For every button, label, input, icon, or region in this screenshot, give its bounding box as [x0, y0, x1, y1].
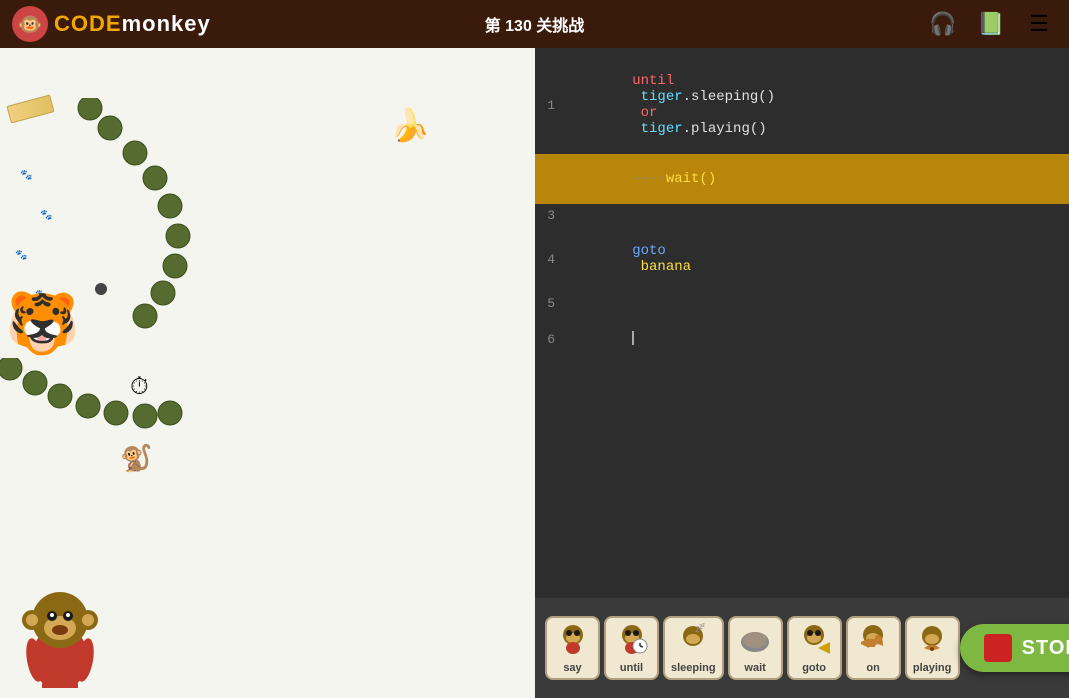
- game-area: 🍌 🐾 🐾 🐾 🐾 🐯 ⏱ 🐒: [0, 48, 535, 698]
- line-number-1: 1: [535, 98, 565, 113]
- playing-icon: [916, 622, 948, 660]
- line-number-5: 5: [535, 296, 565, 311]
- line-content-2: ····wait(): [565, 155, 716, 203]
- stop-button[interactable]: STOP: [960, 624, 1069, 672]
- stop-button-area: STOP ↻ ⚙: [960, 618, 1069, 678]
- banana: 🍌: [390, 106, 430, 144]
- code-line-2: 2 ····wait(): [535, 154, 1069, 204]
- monkey-character: [15, 578, 105, 688]
- code-line-1: 1 until tiger.sleeping() or tiger.playin…: [535, 56, 1069, 154]
- sleeping-label: sleeping: [671, 662, 716, 674]
- playing-button[interactable]: playing: [905, 616, 960, 680]
- say-label: say: [563, 662, 581, 674]
- line-number-6: 6: [535, 332, 565, 347]
- on-label: on: [866, 662, 879, 674]
- code-line-5: 5: [535, 292, 1069, 314]
- sleeping-icon: z z z: [677, 622, 709, 660]
- goto-button[interactable]: goto: [787, 616, 842, 680]
- bottom-toolbar: say until: [535, 598, 1069, 698]
- on-icon: [857, 622, 889, 660]
- say-icon: [557, 622, 589, 660]
- until-label: until: [620, 662, 643, 674]
- logo-text: CODEmonkey: [54, 11, 211, 37]
- monkey-walking: 🐒: [120, 443, 152, 474]
- line-number-3: 3: [535, 208, 565, 223]
- header: 🐵 CODEmonkey 第 130 关挑战 🎧 📗 ☰: [0, 0, 1069, 48]
- playing-label: playing: [913, 662, 952, 674]
- on-button[interactable]: on: [846, 616, 901, 680]
- ball: [95, 283, 107, 295]
- code-line-4: 4 goto banana: [535, 226, 1069, 292]
- menu-icon[interactable]: ☰: [1021, 6, 1057, 42]
- challenge-title: 第 130 关挑战: [485, 12, 585, 36]
- code-line-3: 3: [535, 204, 1069, 226]
- logo-icon: 🐵: [12, 6, 48, 42]
- book-icon[interactable]: 📗: [973, 6, 1009, 42]
- svg-text:🐾: 🐾: [40, 209, 52, 221]
- line-content-6: [565, 315, 634, 363]
- logo: 🐵 CODEmonkey: [12, 6, 211, 42]
- until-icon: [616, 622, 648, 660]
- header-right: 🎧 📗 ☰: [925, 6, 1057, 42]
- line-number-4: 4: [535, 252, 565, 267]
- stop-icon: [984, 634, 1012, 662]
- line-number-2: 2: [535, 172, 565, 187]
- line-content-5: [565, 295, 573, 311]
- line-content-3: [565, 207, 573, 223]
- goto-icon: [798, 622, 830, 660]
- line-content-4: goto banana: [565, 227, 691, 291]
- svg-text:z: z: [702, 623, 705, 629]
- wait-label: wait: [744, 662, 765, 674]
- code-editor[interactable]: 1 until tiger.sleeping() or tiger.playin…: [535, 48, 1069, 598]
- stopwatch: ⏱: [130, 373, 149, 401]
- code-line-6: 6: [535, 314, 1069, 364]
- svg-text:🐾: 🐾: [20, 169, 32, 181]
- wait-button[interactable]: wait: [728, 616, 783, 680]
- goto-label: goto: [802, 662, 826, 674]
- wait-icon: [739, 622, 771, 660]
- vine-bottom: [0, 358, 200, 478]
- toolbar-buttons: say until: [545, 616, 960, 680]
- code-content: 1 until tiger.sleeping() or tiger.playin…: [535, 48, 1069, 372]
- headphones-icon[interactable]: 🎧: [925, 6, 961, 42]
- until-button[interactable]: until: [604, 616, 659, 680]
- tiger: 🐯: [5, 288, 80, 359]
- line-content-1: until tiger.sleeping() or tiger.playing(…: [565, 57, 775, 153]
- stop-label: STOP: [1022, 637, 1069, 660]
- say-button[interactable]: say: [545, 616, 600, 680]
- sleeping-button[interactable]: z z z sleeping: [663, 616, 724, 680]
- svg-text:🐾: 🐾: [15, 249, 27, 261]
